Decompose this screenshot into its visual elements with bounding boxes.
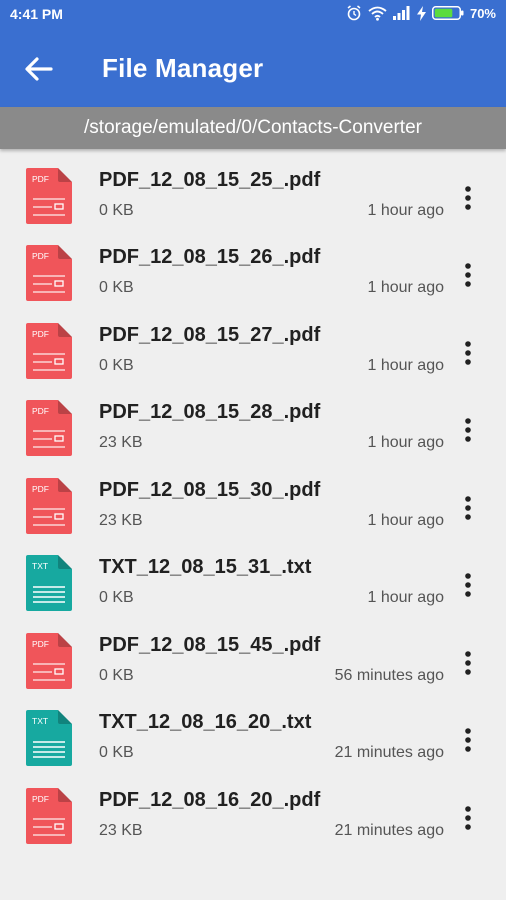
signal-icon bbox=[392, 6, 410, 20]
pdf-file-icon: PDF bbox=[26, 787, 72, 844]
file-size: 23 KB bbox=[99, 434, 143, 451]
file-name: PDF_12_08_15_45_.pdf bbox=[99, 633, 321, 656]
file-time: 1 hour ago bbox=[367, 511, 444, 529]
pdf-file-icon: PDF bbox=[26, 245, 72, 301]
file-size: 0 KB bbox=[99, 201, 134, 219]
pdf-file-icon: PDF bbox=[26, 632, 72, 689]
file-row[interactable]: PDF PDF_12_08_15_30_.pdf 23 KB 1 hour ago bbox=[0, 476, 506, 553]
txt-file-icon: TXT bbox=[26, 710, 72, 766]
file-size: 0 KB bbox=[99, 279, 134, 296]
file-row[interactable]: PDF PDF_12_08_16_20_.pdf 23 KB 21 minutes a… bbox=[0, 786, 506, 863]
pdf-file-icon: PDF bbox=[26, 322, 72, 379]
file-row[interactable]: TXT TXT_12_08_15_31_.txt 0 KB 1 hour ago bbox=[0, 553, 506, 630]
more-vert-icon[interactable] bbox=[458, 416, 478, 444]
svg-text:TXT: TXT bbox=[32, 561, 48, 571]
more-vert-icon[interactable] bbox=[458, 261, 478, 289]
pdf-file-icon: PDF bbox=[26, 477, 72, 534]
file-time: 21 minutes ago bbox=[334, 744, 444, 761]
file-row[interactable]: PDF PDF_12_08_15_28_.pdf 23 KB 1 hour ago bbox=[0, 398, 506, 475]
pdf-file-icon: PDF bbox=[26, 400, 72, 456]
app-bar: File Manager bbox=[0, 30, 506, 107]
file-row[interactable]: TXT TXT_12_08_16_20_.txt 0 KB 21 minutes ag… bbox=[0, 708, 506, 785]
file-size: 0 KB bbox=[99, 744, 134, 761]
file-name: PDF_12_08_15_30_.pdf bbox=[99, 478, 321, 501]
file-size: 0 KB bbox=[99, 356, 134, 374]
file-time: 21 minutes ago bbox=[334, 821, 444, 839]
more-vert-icon[interactable] bbox=[458, 649, 478, 677]
txt-file-icon: TXT bbox=[26, 555, 72, 611]
file-name: PDF_12_08_15_26_.pdf bbox=[99, 246, 321, 268]
svg-text:PDF: PDF bbox=[32, 174, 49, 184]
more-vert-icon[interactable] bbox=[458, 571, 478, 599]
file-time: 1 hour ago bbox=[367, 434, 444, 451]
battery-icon bbox=[431, 6, 464, 20]
battery-percent: 70% bbox=[469, 5, 496, 21]
wifi-icon bbox=[368, 6, 387, 21]
file-time: 1 hour ago bbox=[367, 356, 444, 374]
alarm-icon bbox=[347, 5, 361, 21]
file-time: 1 hour ago bbox=[367, 279, 444, 296]
file-row[interactable]: PDF PDF_12_08_15_45_.pdf 0 KB 56 minutes ag… bbox=[0, 631, 506, 708]
file-name: TXT_12_08_15_31_.txt bbox=[99, 556, 312, 578]
svg-text:PDF: PDF bbox=[32, 251, 49, 261]
file-row[interactable]: PDF PDF_12_08_15_25_.pdf 0 KB 1 hour ago bbox=[0, 166, 506, 243]
file-time: 1 hour ago bbox=[367, 201, 444, 219]
arrow-back-icon[interactable] bbox=[22, 52, 56, 86]
svg-text:PDF: PDF bbox=[32, 484, 49, 494]
file-row[interactable]: PDF PDF_12_08_15_27_.pdf 0 KB 1 hour ago bbox=[0, 321, 506, 398]
more-vert-icon[interactable] bbox=[458, 339, 478, 367]
current-path: /storage/emulated/0/Contacts-Converter bbox=[0, 107, 506, 149]
page-title: File Manager bbox=[102, 53, 264, 83]
file-name: PDF_12_08_15_27_.pdf bbox=[99, 323, 321, 346]
file-time: 1 hour ago bbox=[367, 589, 444, 606]
file-row[interactable]: PDFPDF_12_08_15_05_.pdf0 KB1 hour ago bbox=[0, 149, 506, 165]
more-vert-icon[interactable] bbox=[458, 726, 478, 754]
status-icons: 70% bbox=[346, 5, 496, 21]
file-time: 56 minutes ago bbox=[334, 666, 444, 684]
charging-icon bbox=[416, 5, 426, 21]
file-list: PDFPDF_12_08_15_05_.pdf0 KB1 hour agoPDF… bbox=[0, 149, 506, 900]
file-size: 0 KB bbox=[99, 666, 134, 684]
file-name: TXT_12_08_16_20_.txt bbox=[99, 711, 312, 733]
svg-text:PDF: PDF bbox=[32, 329, 49, 339]
file-size: 23 KB bbox=[99, 511, 143, 529]
pdf-file-icon: PDF bbox=[26, 167, 72, 224]
file-size: 23 KB bbox=[99, 821, 143, 839]
file-name: PDF_12_08_15_28_.pdf bbox=[99, 401, 321, 423]
svg-text:PDF: PDF bbox=[32, 794, 49, 804]
status-bar: 4:41 PM 70% bbox=[0, 0, 506, 30]
svg-text:PDF: PDF bbox=[32, 406, 49, 416]
status-time: 4:41 PM bbox=[10, 6, 63, 22]
svg-text:PDF: PDF bbox=[32, 639, 49, 649]
file-name: PDF_12_08_15_25_.pdf bbox=[99, 168, 321, 191]
svg-text:TXT: TXT bbox=[32, 716, 48, 726]
file-name: PDF_12_08_16_20_.pdf bbox=[99, 788, 321, 811]
more-vert-icon[interactable] bbox=[458, 184, 478, 212]
file-size: 0 KB bbox=[99, 589, 134, 606]
more-vert-icon[interactable] bbox=[458, 494, 478, 522]
more-vert-icon[interactable] bbox=[458, 804, 478, 832]
file-row[interactable]: PDF PDF_12_08_15_26_.pdf 0 KB 1 hour ago bbox=[0, 243, 506, 320]
